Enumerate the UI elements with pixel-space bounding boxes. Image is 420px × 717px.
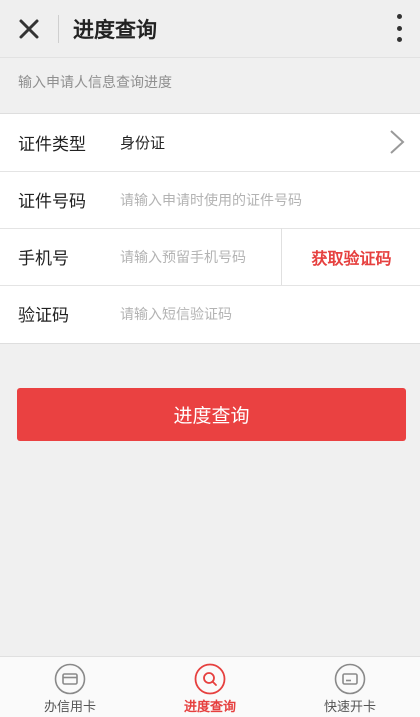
card-activate-icon: [334, 663, 366, 695]
more-dot-icon: [396, 25, 402, 31]
close-icon: [19, 19, 39, 38]
get-code-button[interactable]: 获取验证码: [281, 228, 420, 285]
phone-label: 手机号: [18, 249, 69, 269]
query-button[interactable]: 进度查询: [17, 388, 406, 441]
tab-label: 进度查询: [183, 700, 236, 715]
more-options-button[interactable]: [390, 14, 408, 42]
phone-input[interactable]: 请输入预留手机号码: [120, 247, 246, 267]
card-icon: [54, 663, 86, 695]
tab-label: 快速开卡: [323, 700, 376, 715]
id-number-row: 证件号码 请输入申请时使用的证件号码: [0, 171, 420, 228]
code-row: 验证码 请输入短信验证码: [0, 285, 420, 342]
tab-apply-card[interactable]: 办信用卡: [0, 657, 140, 717]
tab-quick-activate[interactable]: 快速开卡: [280, 657, 420, 717]
tab-label: 办信用卡: [43, 700, 96, 715]
title-divider: [58, 14, 59, 43]
search-icon: [194, 663, 226, 695]
id-type-value: 身份证: [120, 134, 166, 152]
query-form: 证件类型 身份证 证件号码 请输入申请时使用的证件号码 手机号 请输入预留手机号…: [0, 113, 420, 344]
chevron-right-icon: [390, 130, 405, 154]
id-number-label: 证件号码: [18, 192, 86, 212]
more-dot-icon: [396, 14, 402, 19]
id-type-row[interactable]: 证件类型 身份证: [0, 114, 420, 171]
tab-progress-query[interactable]: 进度查询: [140, 657, 280, 717]
bottom-tab-bar: 办信用卡 进度查询 快速开卡: [0, 656, 420, 717]
id-type-label: 证件类型: [18, 135, 86, 155]
id-number-input[interactable]: 请输入申请时使用的证件号码: [120, 190, 302, 210]
top-bar: 进度查询: [0, 0, 420, 58]
phone-row: 手机号 请输入预留手机号码 获取验证码: [0, 228, 420, 285]
close-button[interactable]: [0, 0, 58, 57]
instruction-text: 输入申请人信息查询进度: [18, 75, 172, 91]
code-input[interactable]: 请输入短信验证码: [120, 304, 232, 324]
code-label: 验证码: [18, 306, 69, 326]
more-dot-icon: [396, 37, 402, 42]
page-title: 进度查询: [73, 17, 157, 42]
